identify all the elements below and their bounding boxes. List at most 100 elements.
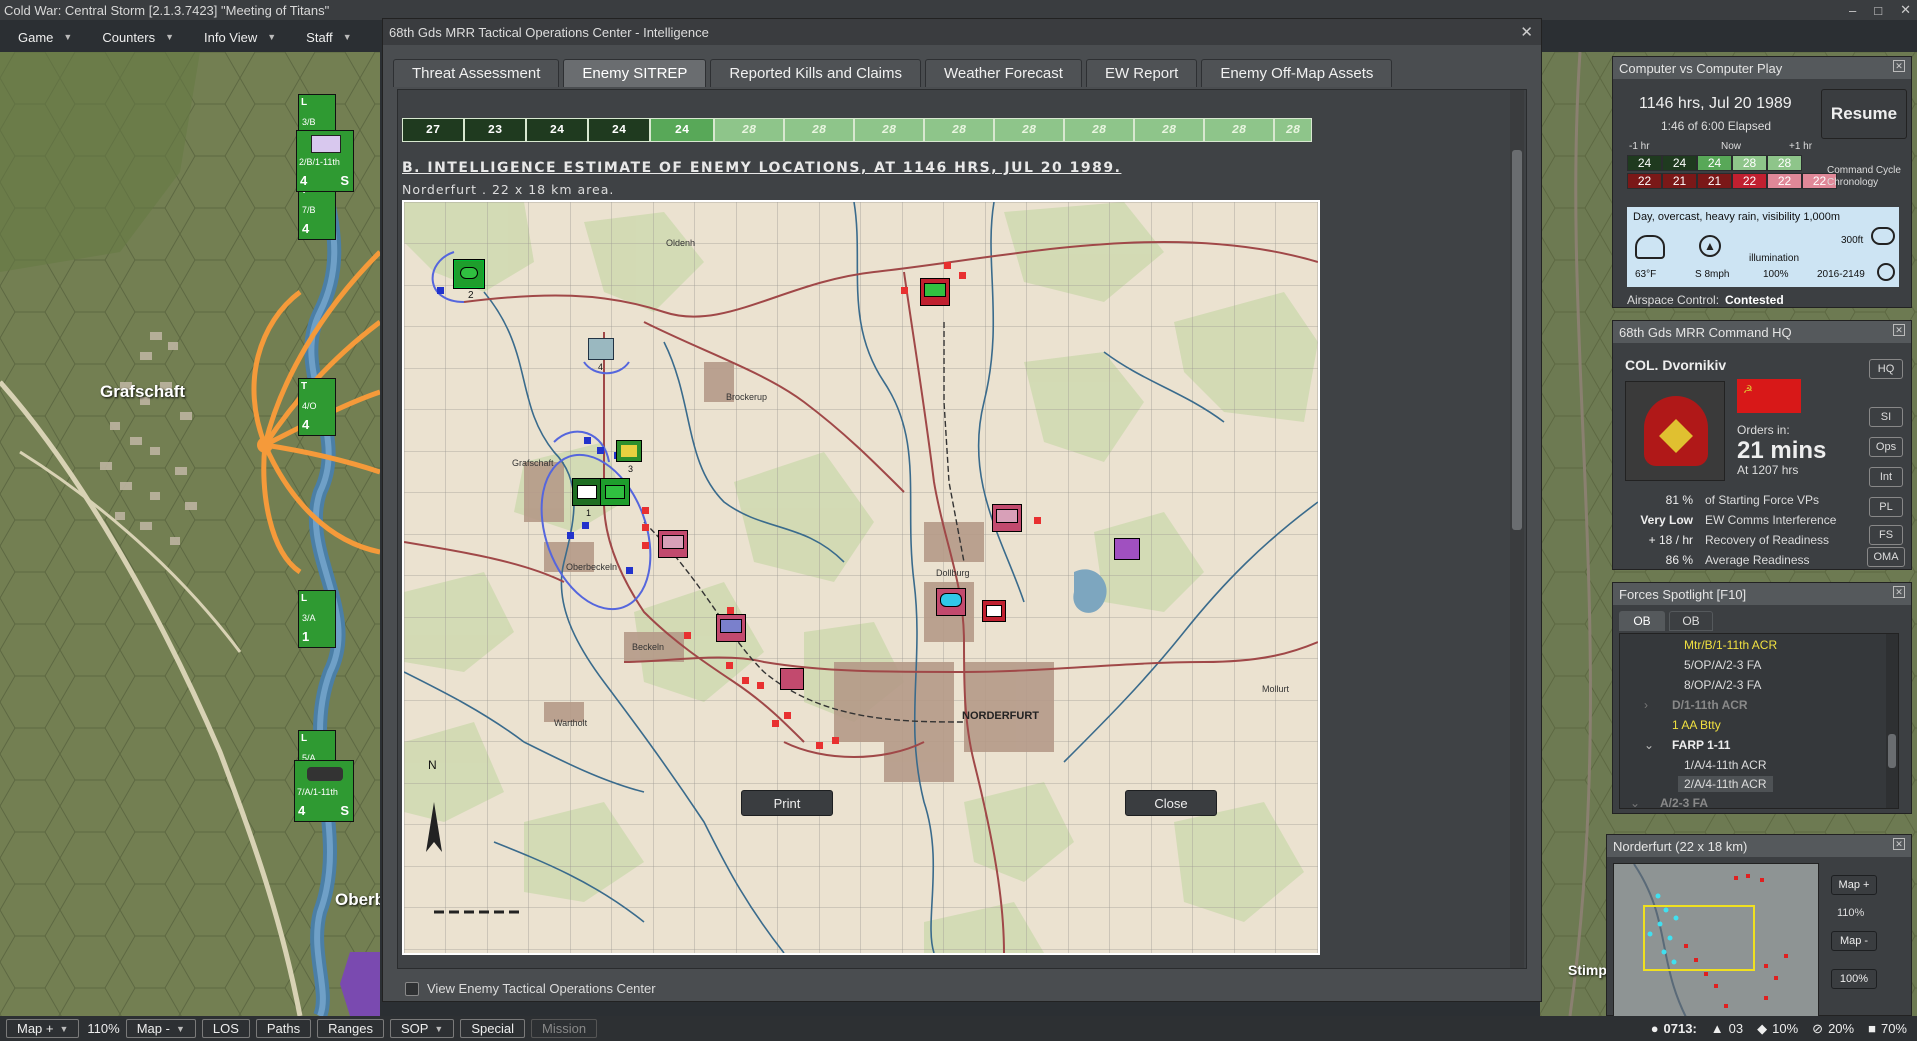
tree-scrollbar[interactable]	[1886, 634, 1898, 808]
turn-cell-current[interactable]: 24	[650, 118, 714, 142]
special-button[interactable]: Special	[460, 1019, 525, 1038]
paths-button[interactable]: Paths	[255, 1019, 312, 1038]
tab-threat-assessment[interactable]: Threat Assessment	[393, 59, 560, 87]
pin-icon[interactable]: ✕	[1893, 838, 1905, 850]
minimap-zoom-in-button[interactable]: Map +	[1831, 875, 1877, 895]
menu-game[interactable]: Game ▼	[0, 24, 84, 50]
maximize-button[interactable]: □	[1874, 3, 1882, 18]
minimize-button[interactable]: –	[1849, 3, 1856, 18]
unit-counter-tank[interactable]: 7/A/1-11th 4 S	[294, 760, 354, 822]
collapse-icon[interactable]: ⌄	[1630, 796, 1640, 808]
intel-estimate-map[interactable]: Oldenh Brockerup Grafschaft Oberbeckeln …	[402, 200, 1320, 955]
pin-icon[interactable]: ✕	[1893, 324, 1905, 336]
enemy-unit-infantry[interactable]	[992, 504, 1022, 532]
friendly-unit-hq[interactable]	[588, 338, 614, 360]
turn-cell[interactable]: 28	[1064, 118, 1134, 142]
tree-item[interactable]: 5/OP/A/2-3 FA	[1684, 658, 1761, 672]
tree-item[interactable]: 1 AA Btty	[1672, 718, 1721, 732]
turn-cell[interactable]: 28	[1134, 118, 1204, 142]
fs-button[interactable]: FS	[1869, 525, 1903, 545]
tree-item[interactable]: A/2-3 FA	[1660, 796, 1708, 808]
chron-cell[interactable]: 21	[1662, 173, 1697, 189]
pl-button[interactable]: PL	[1869, 497, 1903, 517]
collapse-icon[interactable]: ⌄	[1644, 738, 1654, 752]
enemy-unit[interactable]	[982, 600, 1006, 622]
unit-counter-selected[interactable]: 2/B/1-11th 4 S	[296, 130, 354, 192]
scrollbar-thumb[interactable]	[1512, 150, 1522, 530]
enemy-unit-recon[interactable]	[936, 588, 966, 616]
turn-cell[interactable]: 23	[464, 118, 526, 142]
friendly-unit-recon[interactable]	[454, 260, 484, 288]
unit-counter[interactable]: T 4/O 4	[298, 378, 336, 436]
resume-button[interactable]: Resume	[1821, 89, 1907, 139]
tab-ew-report[interactable]: EW Report	[1085, 59, 1198, 87]
pin-icon[interactable]: ✕	[1893, 586, 1905, 598]
map-zoom-in-button[interactable]: Map + ▼	[6, 1019, 80, 1038]
unit-counter[interactable]: L 3/A 1	[298, 590, 336, 648]
turn-cell[interactable]: 28	[924, 118, 994, 142]
tree-item[interactable]: 8/OP/A/2-3 FA	[1684, 678, 1761, 692]
int-button[interactable]: Int	[1869, 467, 1903, 487]
chron-cell[interactable]: 22	[1732, 173, 1767, 189]
view-enemy-toc-checkbox[interactable]	[405, 981, 419, 996]
chron-cell[interactable]: 24	[1662, 155, 1697, 171]
enemy-unit-infantry[interactable]	[920, 278, 950, 306]
print-button[interactable]: Print	[741, 790, 833, 816]
tree-item[interactable]: 1/A/4-11th ACR	[1684, 758, 1767, 772]
turn-cell[interactable]: 28	[1274, 118, 1312, 142]
turn-cell[interactable]: 28	[714, 118, 784, 142]
chron-cell[interactable]: 28	[1767, 155, 1802, 171]
tab-weather-forecast[interactable]: Weather Forecast	[925, 59, 1082, 87]
tree-item-selected[interactable]: 2/A/4-11th ACR	[1678, 776, 1773, 792]
minimap[interactable]	[1613, 863, 1819, 1031]
turn-cell[interactable]: 28	[1204, 118, 1274, 142]
chron-cell[interactable]: 22	[1627, 173, 1662, 189]
mission-button[interactable]: Mission	[530, 1019, 598, 1038]
menu-counters[interactable]: Counters ▼	[84, 24, 186, 50]
friendly-unit-artillery[interactable]	[616, 440, 642, 462]
chron-cell[interactable]: 21	[1697, 173, 1732, 189]
turn-cell[interactable]: 28	[784, 118, 854, 142]
view-enemy-toc-option[interactable]: View Enemy Tactical Operations Center	[405, 981, 656, 996]
pin-icon[interactable]: ✕	[1893, 60, 1905, 72]
friendly-unit-armor[interactable]	[572, 478, 602, 506]
enemy-unit-infantry[interactable]	[658, 530, 688, 558]
chron-cell[interactable]: 28	[1732, 155, 1767, 171]
menu-staff[interactable]: Staff ▼	[288, 24, 363, 50]
tree-scrollbar-thumb[interactable]	[1888, 734, 1896, 768]
enemy-unit-hq[interactable]	[1114, 538, 1140, 560]
forces-tab-ob-2[interactable]: OB	[1669, 611, 1713, 631]
oma-button[interactable]: OMA	[1867, 547, 1905, 567]
ranges-button[interactable]: Ranges	[317, 1019, 384, 1038]
turn-cell[interactable]: 27	[402, 118, 464, 142]
tab-enemy-off-map-assets[interactable]: Enemy Off-Map Assets	[1201, 59, 1393, 87]
chron-cell[interactable]: 24	[1697, 155, 1732, 171]
minimap-reset-button[interactable]: 100%	[1831, 969, 1877, 989]
minimap-zoom-out-button[interactable]: Map -	[1831, 931, 1877, 951]
turn-cell[interactable]: 28	[994, 118, 1064, 142]
forces-tab-ob-1[interactable]: OB	[1619, 611, 1665, 631]
content-scrollbar[interactable]	[1510, 90, 1524, 968]
enemy-unit-infantry[interactable]	[716, 614, 746, 642]
tree-item[interactable]: FARP 1-11	[1672, 738, 1730, 752]
los-button[interactable]: LOS	[201, 1019, 250, 1038]
close-button[interactable]: Close	[1125, 790, 1217, 816]
sop-button[interactable]: SOP ▼	[389, 1019, 455, 1038]
tab-enemy-sitrep[interactable]: Enemy SITREP	[563, 59, 707, 87]
menu-info-view[interactable]: Info View ▼	[186, 24, 288, 50]
main-map-left[interactable]: Grafschaft Oberb L 3/B 4 T 7/B 4 T 4/O 4…	[0, 52, 380, 1016]
turn-cell[interactable]: 24	[588, 118, 650, 142]
turn-cell[interactable]: 28	[854, 118, 924, 142]
enemy-unit-artillery[interactable]	[780, 668, 804, 690]
hq-button[interactable]: HQ	[1869, 359, 1903, 379]
chron-cell[interactable]: 24	[1627, 155, 1662, 171]
close-icon[interactable]: ✕	[1520, 23, 1533, 41]
ops-button[interactable]: Ops	[1869, 437, 1903, 457]
si-button[interactable]: SI	[1869, 407, 1903, 427]
expand-icon[interactable]: ›	[1644, 698, 1648, 712]
turn-cell[interactable]: 24	[526, 118, 588, 142]
friendly-unit-infantry[interactable]	[600, 478, 630, 506]
map-zoom-out-button[interactable]: Map - ▼	[125, 1019, 196, 1038]
tree-item[interactable]: D/1-11th ACR	[1672, 698, 1748, 712]
tree-item[interactable]: Mtr/B/1-11th ACR	[1684, 638, 1777, 652]
